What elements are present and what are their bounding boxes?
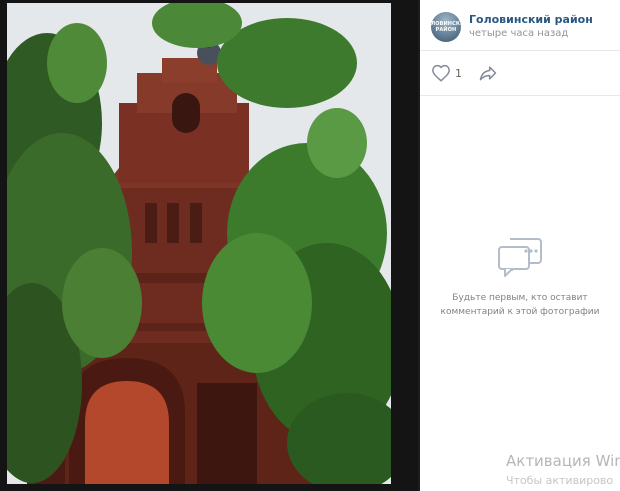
post-time: четыре часа назад — [469, 28, 569, 39]
church-image — [7, 3, 391, 484]
comment-bubble-icon — [498, 238, 542, 277]
post-header: ГОЛОВИНСКИЙ РАЙОН Головинский район четы… — [420, 0, 620, 51]
comments-empty-line2: комментарий к этой фотографии — [440, 307, 600, 317]
like-button[interactable]: 1 — [431, 63, 462, 83]
share-button[interactable] — [478, 63, 498, 83]
share-arrow-icon — [479, 66, 497, 81]
heart-icon — [432, 64, 450, 82]
church-photo[interactable] — [7, 3, 391, 484]
post-side-panel: ГОЛОВИНСКИЙ РАЙОН Головинский район четы… — [420, 0, 620, 491]
group-name-link[interactable]: Головинский район — [469, 13, 593, 26]
comments-empty-state: Будьте первым, кто оставит комментарий к… — [420, 235, 620, 319]
comments-empty-line1: Будьте первым, кто оставит — [452, 293, 588, 303]
avatar[interactable]: ГОЛОВИНСКИЙ РАЙОН — [431, 12, 461, 42]
photo-viewer — [0, 0, 418, 491]
avatar-label: ГОЛОВИНСКИЙ РАЙОН — [431, 21, 461, 33]
post-actions: 1 — [420, 51, 620, 96]
like-count: 1 — [455, 66, 462, 80]
comments-empty-text: Будьте первым, кто оставит комментарий к… — [420, 291, 620, 319]
